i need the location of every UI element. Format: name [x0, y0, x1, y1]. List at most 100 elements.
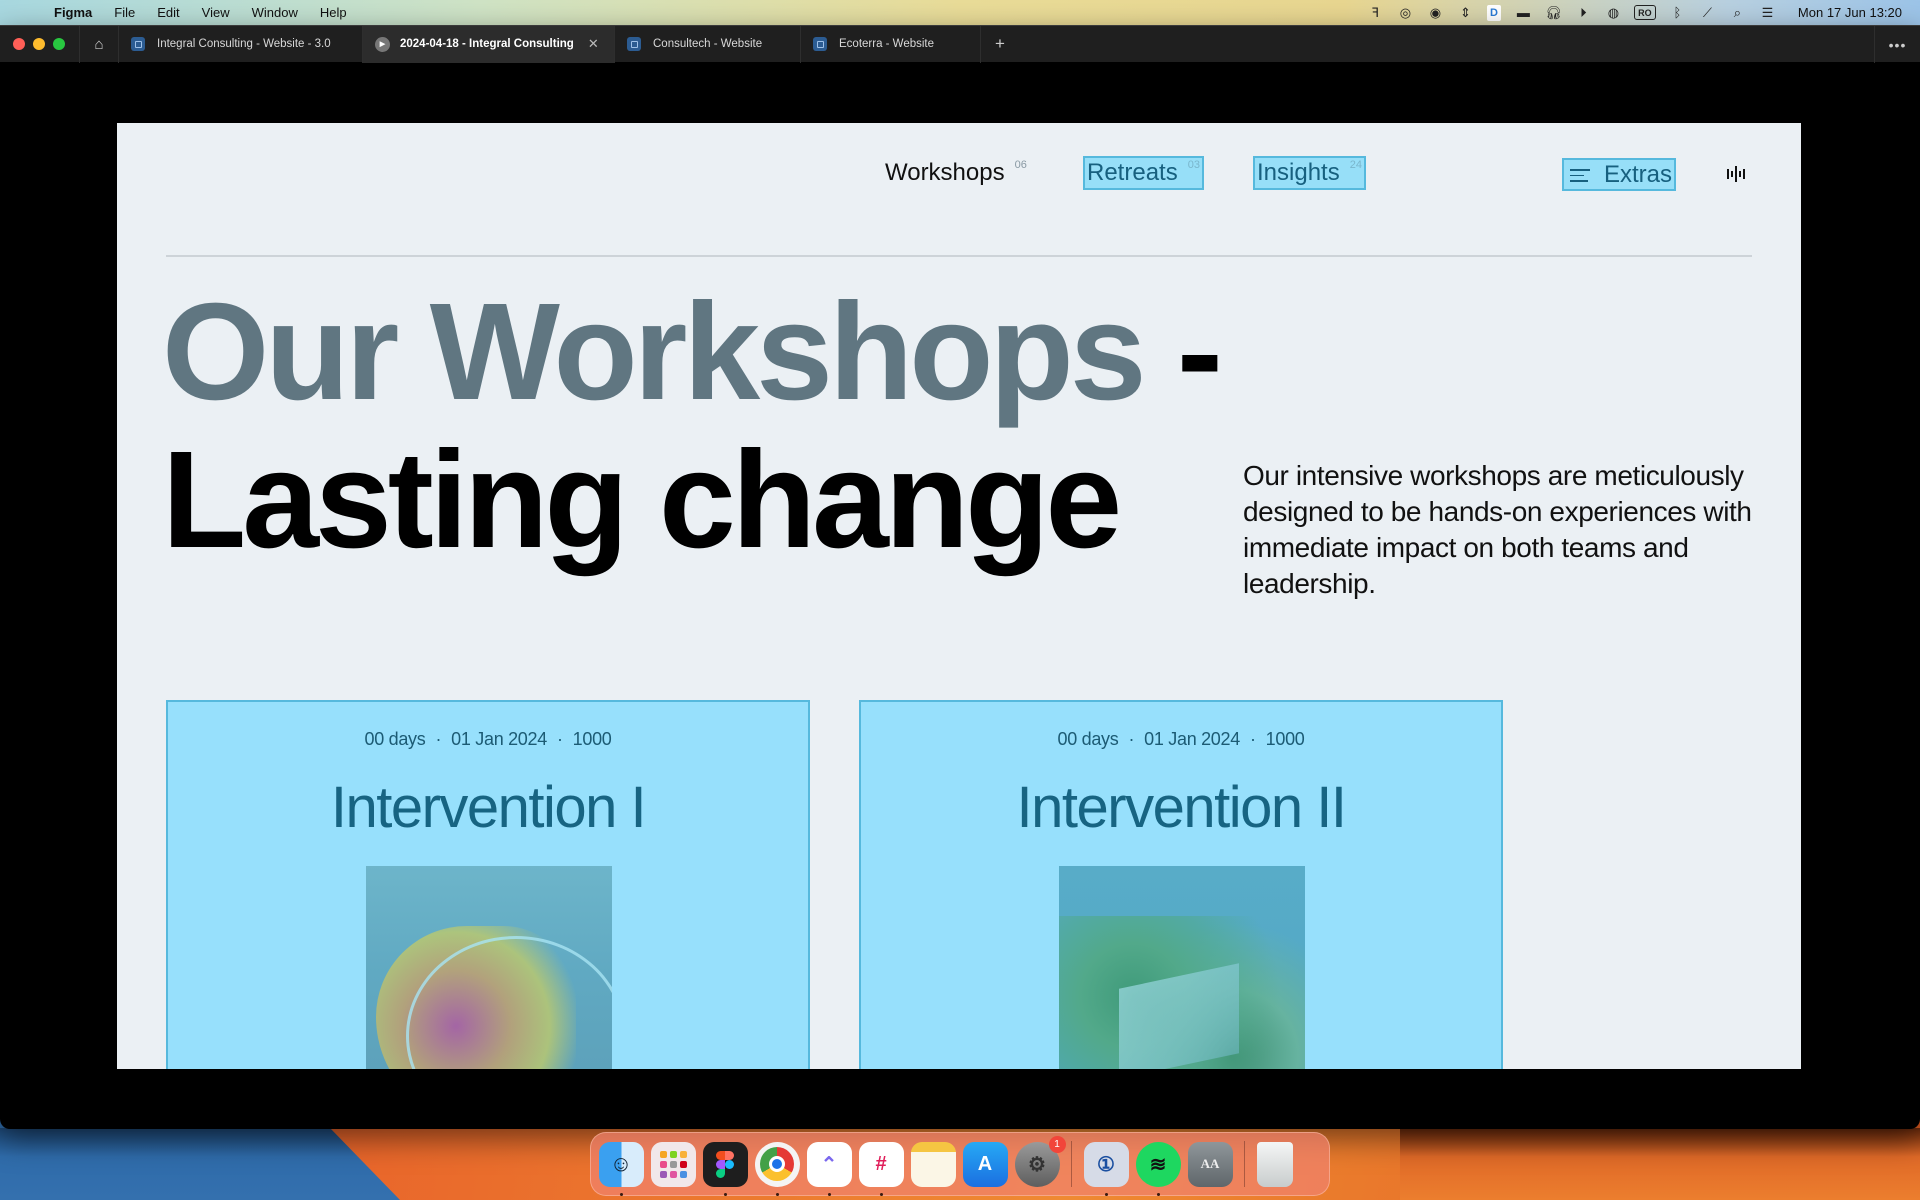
close-tab-icon[interactable]: ✕: [588, 36, 599, 52]
play-icon: ▶: [375, 36, 390, 52]
wifi-off-icon[interactable]: ⟋: [1693, 4, 1722, 22]
design-frame[interactable]: Workshops 06 Retreats 03 Insights 24 Ext…: [117, 123, 1801, 1069]
ro-input-icon[interactable]: RO: [1633, 5, 1656, 20]
card-title: Intervention II: [1016, 775, 1347, 840]
card-meta: 00 days · 01 Jan 2024 · 1000: [168, 729, 808, 750]
nav-insights[interactable]: Insights 24: [1253, 156, 1366, 190]
creative-cloud-icon[interactable]: ◉: [1421, 4, 1450, 22]
tab-consultech-website[interactable]: Consultech - Website: [615, 25, 801, 63]
tab-label: Integral Consulting - Website - 3.0: [157, 38, 331, 50]
fullscreen-window-button[interactable]: [53, 38, 65, 50]
tab-ecoterra-website[interactable]: Ecoterra - Website: [801, 25, 981, 63]
menu-bar-status-area: ꟻ ◎ ◉ ⇕ D ▬ 🎧︎ ⏵ ◍ RO ᛒ ⟋ ⌕ ☰ Mon 17 Jun…: [1360, 0, 1902, 25]
dock-separator: [1244, 1141, 1245, 1187]
dock-app-store-icon[interactable]: A: [962, 1141, 1008, 1187]
headline-line-1-text: Our Workshops: [162, 275, 1147, 429]
meta-separator: ·: [1128, 729, 1135, 749]
nav-insights-count: 24: [1349, 159, 1362, 171]
macos-menu-bar: Figma File Edit View Window Help ꟻ ◎ ◉ ⇕…: [0, 0, 1920, 25]
dock-launchpad-icon[interactable]: [650, 1141, 696, 1187]
desktop-wallpaper: [0, 1128, 400, 1200]
hero-headline: Our Workshops - Lasting change: [162, 275, 1223, 577]
menu-app-figma[interactable]: Figma: [54, 5, 92, 20]
dock-system-settings-icon[interactable]: ⚙ 1: [1014, 1135, 1066, 1187]
meta-separator: ·: [1249, 729, 1256, 749]
menu-view[interactable]: View: [202, 5, 230, 20]
audio-wave-icon[interactable]: [1727, 163, 1745, 185]
headline-line-2: Lasting change: [162, 423, 1122, 577]
card-price: 1000: [1265, 729, 1305, 749]
card-duration: 00 days: [1057, 729, 1119, 749]
play-circle-icon[interactable]: ⏵: [1569, 4, 1598, 22]
hero-description: Our intensive workshops are meticulously…: [1243, 460, 1752, 599]
menu-lines-icon: [1570, 169, 1590, 182]
workshop-card[interactable]: 00 days · 01 Jan 2024 · 1000 Intervention II: [859, 700, 1503, 1069]
figma-icon[interactable]: ꟻ: [1361, 4, 1390, 22]
macos-dock: ☺ ⌃ # A ⚙ 1 ① ≋ AA: [590, 1132, 1330, 1196]
nav-insights-label: Insights: [1257, 159, 1340, 186]
headline-dash: -: [1142, 275, 1223, 429]
nav-extras-button[interactable]: Extras: [1561, 158, 1677, 191]
figma-file-icon: [627, 37, 641, 51]
dock-slack-icon[interactable]: #: [858, 1141, 904, 1196]
more-options-button[interactable]: •••: [1874, 26, 1920, 63]
dropbox-d-icon[interactable]: D: [1486, 4, 1501, 21]
nav-workshops-label: Workshops: [885, 159, 1005, 186]
nav-retreats[interactable]: Retreats 03: [1083, 156, 1204, 190]
nav-divider: [166, 255, 1752, 257]
dock-finder-icon[interactable]: ☺: [598, 1141, 644, 1196]
nav-workshops[interactable]: Workshops 06: [885, 158, 1027, 188]
dock-clickup-icon[interactable]: ⌃: [806, 1141, 852, 1196]
dock-figma-icon[interactable]: [702, 1141, 748, 1196]
card-date: 01 Jan 2024: [1144, 729, 1240, 749]
card-image-crystal-foliage: [1059, 866, 1305, 1069]
nav-retreats-label: Retreats: [1087, 159, 1178, 186]
minimize-window-button[interactable]: [33, 38, 45, 50]
dock-notes-icon[interactable]: [910, 1141, 956, 1187]
dock-trash-icon[interactable]: [1256, 1141, 1293, 1187]
home-button[interactable]: ⌂: [79, 25, 119, 63]
tab-label: 2024-04-18 - Integral Consulting: [400, 38, 574, 50]
site-nav: Workshops 06 Retreats 03 Insights 24 Ext…: [117, 123, 1801, 257]
nav-extras-label: Extras: [1604, 161, 1673, 188]
dock-1password-icon[interactable]: ①: [1083, 1141, 1129, 1196]
dock-chrome-icon[interactable]: [754, 1141, 800, 1196]
menu-help[interactable]: Help: [320, 5, 347, 20]
new-tab-button[interactable]: +: [981, 34, 1019, 54]
card-price: 1000: [572, 729, 612, 749]
close-window-button[interactable]: [13, 38, 25, 50]
control-center-icon[interactable]: ☰: [1753, 4, 1782, 22]
dock-font-book-icon[interactable]: AA: [1187, 1141, 1233, 1187]
nav-retreats-count: 03: [1187, 159, 1200, 171]
headline-line-1: Our Workshops -: [162, 275, 1223, 429]
menu-window[interactable]: Window: [252, 5, 298, 20]
workshop-card[interactable]: 00 days · 01 Jan 2024 · 1000 Intervention I: [166, 700, 810, 1069]
search-icon[interactable]: ⌕: [1723, 4, 1752, 22]
window-controls: [13, 38, 79, 50]
user-circle-icon[interactable]: ◍: [1599, 4, 1628, 22]
figma-window: ⌂ Integral Consulting - Website - 3.0 ▶ …: [0, 25, 1920, 1129]
menu-edit[interactable]: Edit: [157, 5, 179, 20]
menu-bar-clock[interactable]: Mon 17 Jun 13:20: [1798, 5, 1902, 20]
notification-badge: 1: [1048, 1135, 1066, 1153]
nav-workshops-count: 06: [1014, 159, 1027, 171]
arrows-updown-icon[interactable]: ⇕: [1451, 4, 1480, 22]
menu-file[interactable]: File: [114, 5, 135, 20]
card-duration: 00 days: [364, 729, 426, 749]
tab-bar: ⌂ Integral Consulting - Website - 3.0 ▶ …: [0, 25, 1920, 63]
bluetooth-icon[interactable]: ᛒ: [1663, 4, 1692, 22]
tab-label: Ecoterra - Website: [839, 38, 935, 50]
card-meta: 00 days · 01 Jan 2024 · 1000: [861, 729, 1501, 750]
screen-icon[interactable]: ▬: [1509, 4, 1538, 22]
card-title: Intervention I: [330, 775, 647, 840]
dock-spotify-icon[interactable]: ≋: [1135, 1141, 1181, 1196]
meta-separator: ·: [556, 729, 563, 749]
tab-2024-04-18-integral-consulting[interactable]: ▶ 2024-04-18 - Integral Consulting ✕: [363, 25, 615, 63]
headphones-icon[interactable]: 🎧︎: [1539, 4, 1568, 22]
creative-cloud-lock-icon[interactable]: ◎: [1391, 4, 1420, 22]
home-icon: ⌂: [94, 35, 104, 53]
figma-file-icon: [813, 37, 827, 51]
card-image-abstract-sphere: [366, 866, 612, 1069]
desktop-wallpaper-right: [1400, 1128, 1920, 1200]
tab-integral-consulting-website[interactable]: Integral Consulting - Website - 3.0: [119, 25, 363, 63]
